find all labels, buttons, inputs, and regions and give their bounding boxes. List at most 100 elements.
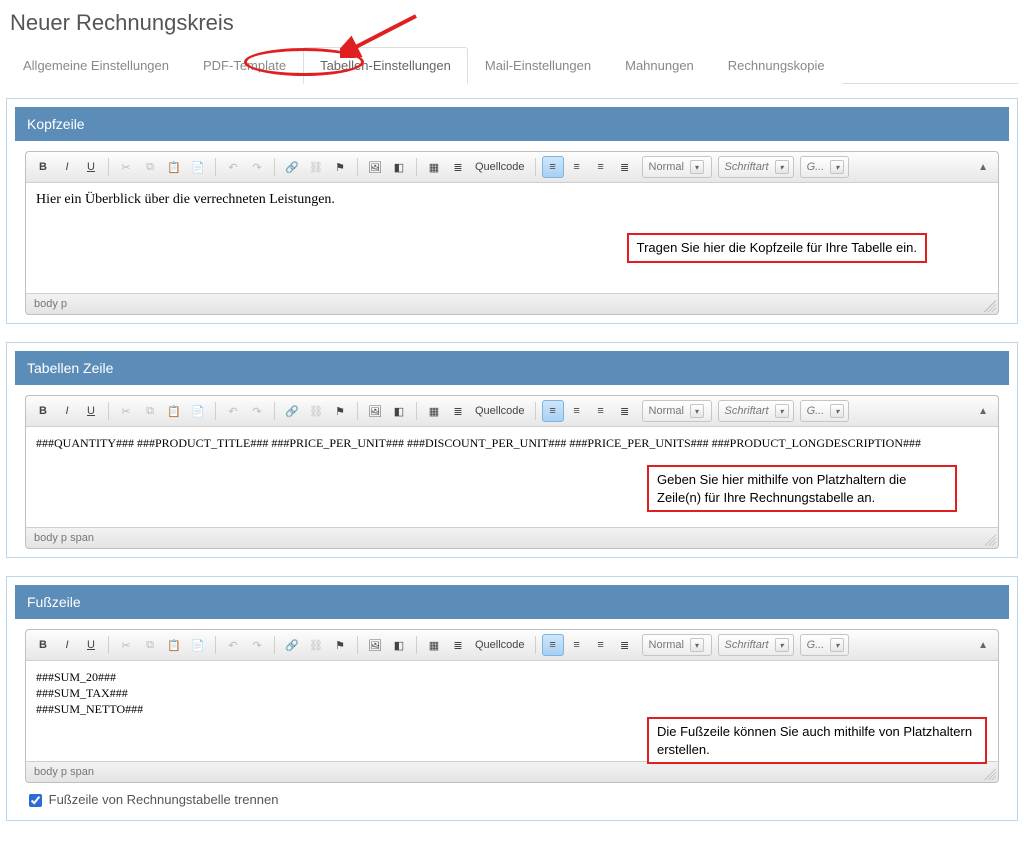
table-button[interactable]: ▦ <box>423 634 445 656</box>
italic-button[interactable]: I <box>56 400 78 422</box>
align-right-button[interactable]: ≡ <box>590 634 612 656</box>
page-title: Neuer Rechnungskreis <box>10 10 1018 36</box>
cut-button[interactable]: ✂ <box>115 634 137 656</box>
separate-footer-label[interactable]: Fußzeile von Rechnungstabelle trennen <box>25 792 278 807</box>
separator <box>274 636 275 654</box>
editor-fusszeile-content[interactable]: ###SUM_20### ###SUM_TAX### ###SUM_NETTO#… <box>26 661 998 761</box>
editor-kopfzeile-content[interactable]: Hier ein Überblick über die verrechneten… <box>26 183 998 293</box>
size-select[interactable]: G... ▾ <box>800 400 850 422</box>
redo-button[interactable]: ↷ <box>246 400 268 422</box>
collapse-toolbar-icon[interactable]: ▲ <box>974 406 992 417</box>
size-select-value: G... <box>807 639 825 651</box>
unlink-button[interactable]: ⛓ <box>305 634 327 656</box>
resize-grip[interactable] <box>984 300 996 312</box>
underline-button[interactable]: U <box>80 634 102 656</box>
unlink-button[interactable]: ⛓ <box>305 156 327 178</box>
source-icon[interactable]: ≣ <box>447 156 469 178</box>
align-justify-button[interactable]: ≣ <box>614 156 636 178</box>
editor-tabellenzeile-content[interactable]: ###QUANTITY### ###PRODUCT_TITLE### ###PR… <box>26 427 998 527</box>
align-center-button[interactable]: ≡ <box>566 400 588 422</box>
image-button[interactable]: 🖼 <box>364 400 386 422</box>
bold-button[interactable]: B <box>32 156 54 178</box>
paste-button[interactable]: 📋 <box>163 634 185 656</box>
format-select[interactable]: Normal ▾ <box>642 156 712 178</box>
size-select[interactable]: G... ▾ <box>800 156 850 178</box>
tab-pdf-template[interactable]: PDF-Template <box>186 47 303 84</box>
format-select[interactable]: Normal ▾ <box>642 634 712 656</box>
redo-button[interactable]: ↷ <box>246 156 268 178</box>
paste-text-button[interactable]: 📄 <box>187 400 209 422</box>
cut-button[interactable]: ✂ <box>115 156 137 178</box>
copy-button[interactable]: ⧉ <box>139 156 161 178</box>
source-button[interactable]: Quellcode <box>471 161 529 173</box>
font-select[interactable]: Schriftart ▾ <box>718 400 794 422</box>
chevron-down-icon: ▾ <box>690 404 704 418</box>
panel-kopfzeile-header: Kopfzeile <box>15 107 1009 141</box>
unlink-button[interactable]: ⛓ <box>305 400 327 422</box>
align-center-button[interactable]: ≡ <box>566 156 588 178</box>
table-button[interactable]: ▦ <box>423 156 445 178</box>
separator <box>535 636 536 654</box>
align-right-button[interactable]: ≡ <box>590 156 612 178</box>
italic-button[interactable]: I <box>56 156 78 178</box>
collapse-toolbar-icon[interactable]: ▲ <box>974 162 992 173</box>
link-button[interactable]: 🔗 <box>281 634 303 656</box>
underline-button[interactable]: U <box>80 156 102 178</box>
color-button[interactable]: ◧ <box>388 156 410 178</box>
tab-mahnungen[interactable]: Mahnungen <box>608 47 711 84</box>
paste-button[interactable]: 📋 <box>163 400 185 422</box>
anchor-button[interactable]: ⚑ <box>329 156 351 178</box>
editor-fusszeile-status: body p span <box>26 761 998 782</box>
undo-button[interactable]: ↶ <box>222 400 244 422</box>
status-path: body p span <box>34 766 94 778</box>
tab-mail-einstellungen[interactable]: Mail-Einstellungen <box>468 47 608 84</box>
align-left-button[interactable]: ≡ <box>542 156 564 178</box>
tab-tabellen-einstellungen[interactable]: Tabellen-Einstellungen <box>303 47 468 84</box>
source-button[interactable]: Quellcode <box>471 405 529 417</box>
size-select[interactable]: G... ▾ <box>800 634 850 656</box>
font-select[interactable]: Schriftart ▾ <box>718 156 794 178</box>
source-button[interactable]: Quellcode <box>471 639 529 651</box>
paste-text-button[interactable]: 📄 <box>187 634 209 656</box>
link-button[interactable]: 🔗 <box>281 156 303 178</box>
cut-button[interactable]: ✂ <box>115 400 137 422</box>
format-select[interactable]: Normal ▾ <box>642 400 712 422</box>
align-right-button[interactable]: ≡ <box>590 400 612 422</box>
undo-button[interactable]: ↶ <box>222 634 244 656</box>
align-justify-button[interactable]: ≣ <box>614 400 636 422</box>
bold-button[interactable]: B <box>32 400 54 422</box>
separate-footer-checkbox[interactable] <box>29 794 42 807</box>
collapse-toolbar-icon[interactable]: ▲ <box>974 640 992 651</box>
table-button[interactable]: ▦ <box>423 400 445 422</box>
bold-button[interactable]: B <box>32 634 54 656</box>
source-icon[interactable]: ≣ <box>447 400 469 422</box>
separator <box>357 636 358 654</box>
copy-button[interactable]: ⧉ <box>139 634 161 656</box>
paste-text-button[interactable]: 📄 <box>187 156 209 178</box>
align-left-button[interactable]: ≡ <box>542 400 564 422</box>
italic-button[interactable]: I <box>56 634 78 656</box>
resize-grip[interactable] <box>984 768 996 780</box>
chevron-down-icon: ▾ <box>830 404 844 418</box>
undo-button[interactable]: ↶ <box>222 156 244 178</box>
separator <box>274 158 275 176</box>
resize-grip[interactable] <box>984 534 996 546</box>
anchor-button[interactable]: ⚑ <box>329 634 351 656</box>
align-left-button[interactable]: ≡ <box>542 634 564 656</box>
copy-button[interactable]: ⧉ <box>139 400 161 422</box>
color-button[interactable]: ◧ <box>388 634 410 656</box>
redo-button[interactable]: ↷ <box>246 634 268 656</box>
anchor-button[interactable]: ⚑ <box>329 400 351 422</box>
underline-button[interactable]: U <box>80 400 102 422</box>
align-center-button[interactable]: ≡ <box>566 634 588 656</box>
paste-button[interactable]: 📋 <box>163 156 185 178</box>
tab-rechnungskopie[interactable]: Rechnungskopie <box>711 47 842 84</box>
tab-allgemeine[interactable]: Allgemeine Einstellungen <box>6 47 186 84</box>
font-select[interactable]: Schriftart ▾ <box>718 634 794 656</box>
image-button[interactable]: 🖼 <box>364 634 386 656</box>
color-button[interactable]: ◧ <box>388 400 410 422</box>
link-button[interactable]: 🔗 <box>281 400 303 422</box>
source-icon[interactable]: ≣ <box>447 634 469 656</box>
align-justify-button[interactable]: ≣ <box>614 634 636 656</box>
image-button[interactable]: 🖼 <box>364 156 386 178</box>
